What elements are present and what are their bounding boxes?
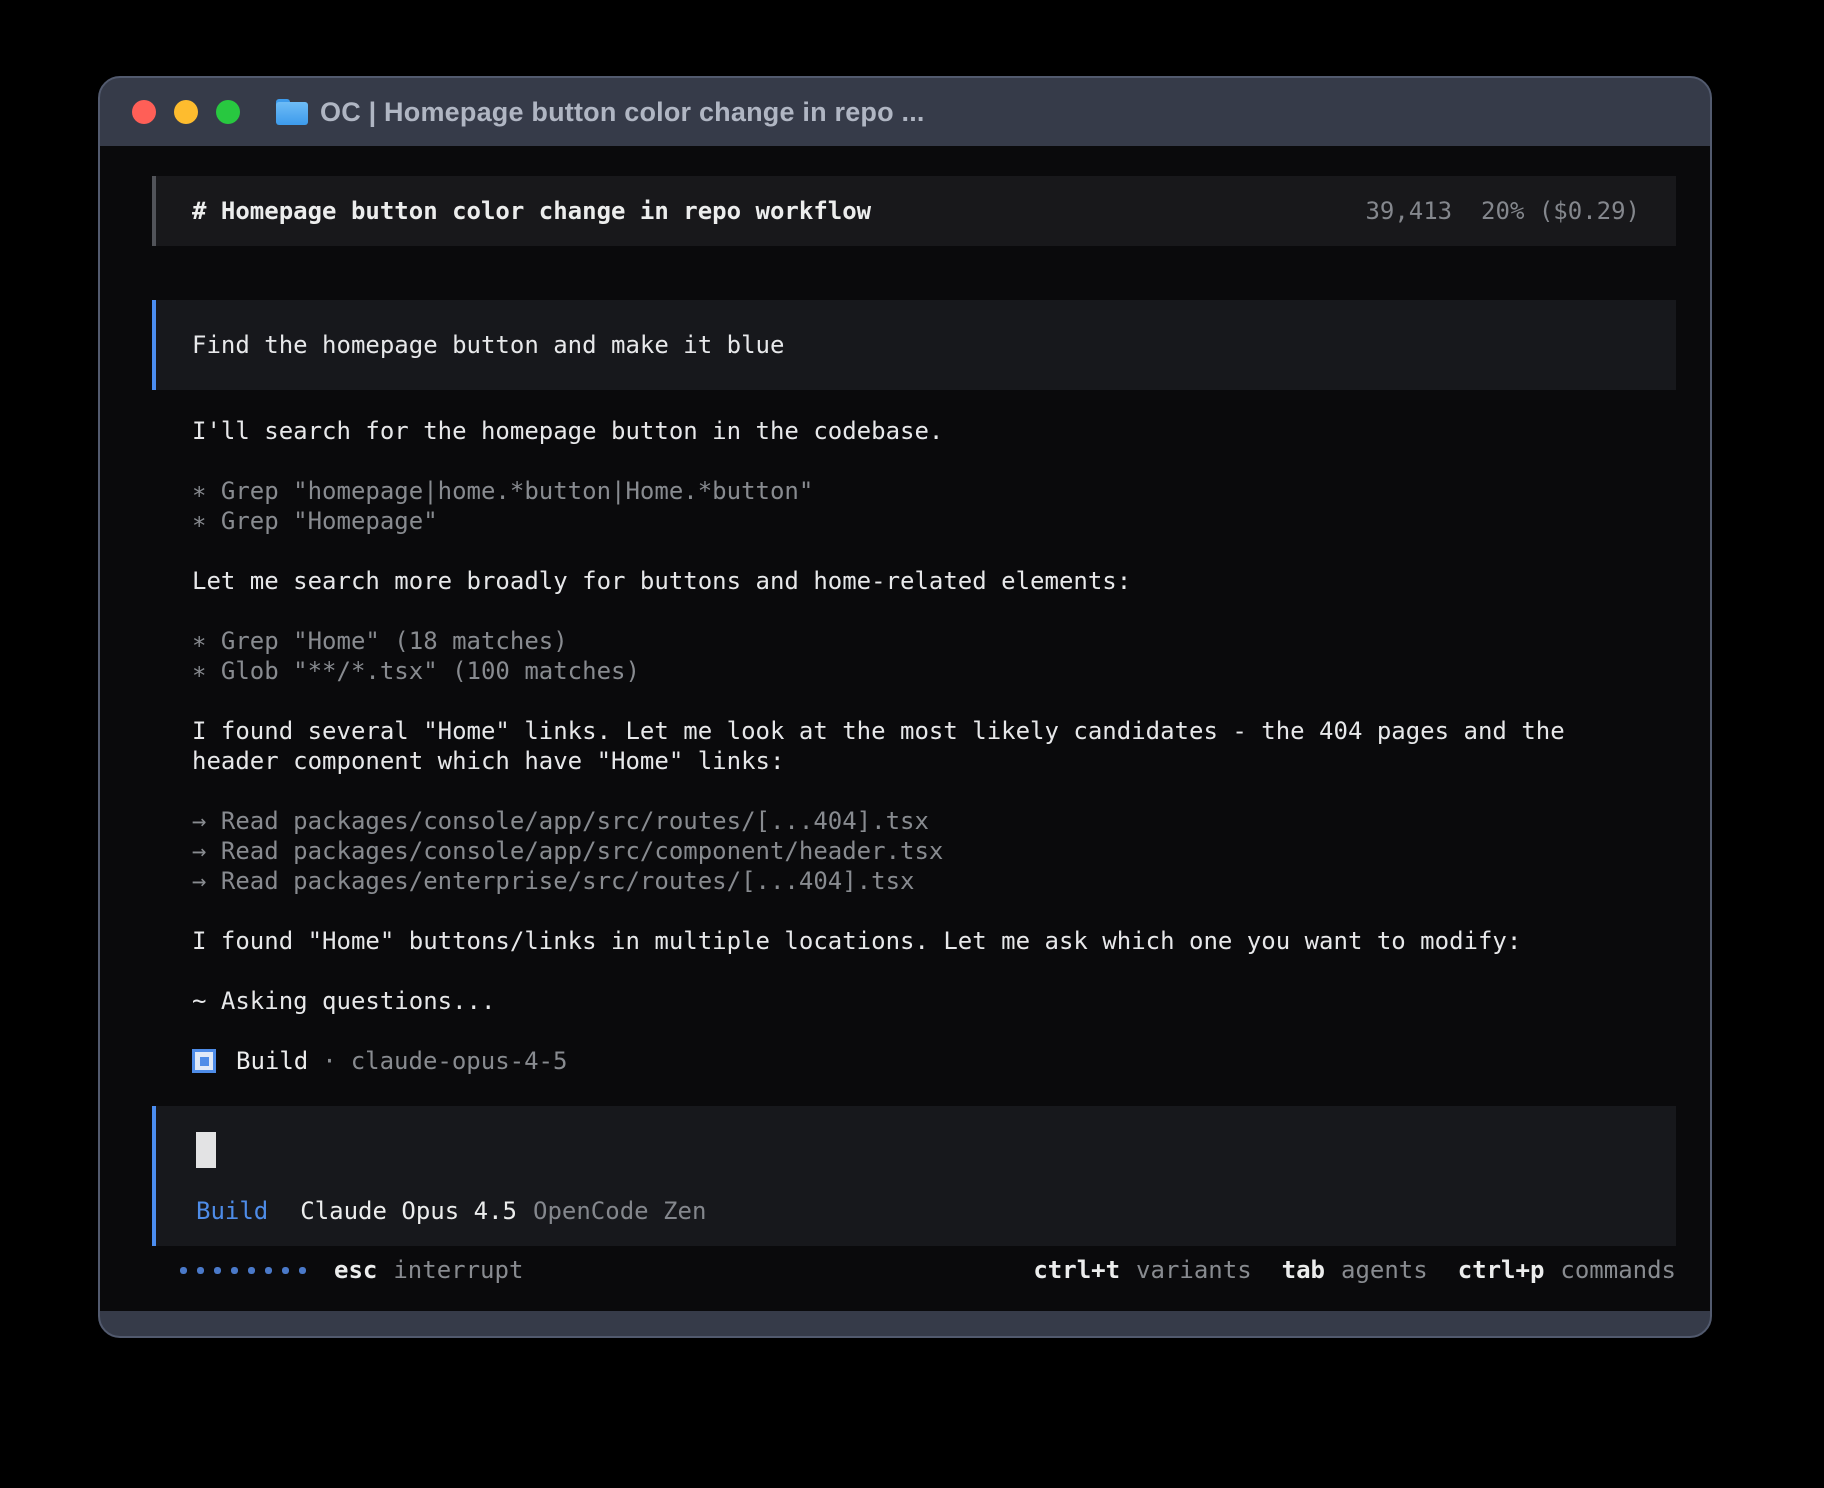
- text-cursor: [196, 1132, 216, 1168]
- session-token-stats: 39,413 20% ($0.29): [1365, 196, 1640, 226]
- spinner-dot: [248, 1267, 255, 1274]
- transcript-line: ∗ Grep "homepage|home.*button|Home.*butt…: [192, 476, 1676, 506]
- variants-hint[interactable]: ctrl+t variants: [1033, 1255, 1251, 1285]
- transcript-paragraph: I found "Home" buttons/links in multiple…: [192, 926, 1676, 956]
- user-message-text: Find the homepage button and make it blu…: [192, 330, 784, 360]
- spinner-dot: [299, 1267, 306, 1274]
- transcript-line: ~ Asking questions...: [192, 986, 1676, 1016]
- transcript-line: I found "Home" buttons/links in multiple…: [192, 926, 1676, 956]
- status-model-name: claude-opus-4-5: [351, 1046, 568, 1076]
- variants-label: variants: [1136, 1255, 1252, 1285]
- transcript-line: → Read packages/console/app/src/routes/[…: [192, 806, 1676, 836]
- status-separator: ·: [322, 1046, 336, 1076]
- spinner-dot: [231, 1267, 238, 1274]
- traffic-lights: [132, 100, 240, 124]
- terminal-content: # Homepage button color change in repo w…: [100, 146, 1710, 1311]
- spinner-dot: [265, 1267, 272, 1274]
- prompt-mode[interactable]: Build: [196, 1196, 268, 1226]
- agent-status-line: Build · claude-opus-4-5: [152, 1046, 1676, 1076]
- window-titlebar[interactable]: OC | Homepage button color change in rep…: [100, 78, 1710, 146]
- minimize-window-button[interactable]: [174, 100, 198, 124]
- agents-label: agents: [1341, 1255, 1428, 1285]
- spinner-dot: [197, 1267, 204, 1274]
- zoom-window-button[interactable]: [216, 100, 240, 124]
- session-title: # Homepage button color change in repo w…: [192, 196, 871, 226]
- working-spinner: [180, 1267, 306, 1274]
- ctrl-t-key: ctrl+t: [1033, 1255, 1120, 1285]
- status-bar: esc interrupt ctrl+t variants tab agents…: [152, 1255, 1676, 1285]
- transcript-line: header component which have "Home" links…: [192, 746, 1676, 776]
- spinner-dot: [282, 1267, 289, 1274]
- transcript-paragraph: I found several "Home" links. Let me loo…: [192, 716, 1676, 776]
- transcript-line: Let me search more broadly for buttons a…: [192, 566, 1676, 596]
- esc-key-hint[interactable]: esc: [334, 1255, 377, 1285]
- transcript-paragraph: ∗ Grep "Home" (18 matches)∗ Glob "**/*.t…: [192, 626, 1676, 686]
- session-header: # Homepage button color change in repo w…: [152, 176, 1676, 246]
- transcript-paragraph: Let me search more broadly for buttons a…: [192, 566, 1676, 596]
- transcript-line: → Read packages/enterprise/src/routes/[.…: [192, 866, 1676, 896]
- folder-icon: [276, 99, 308, 125]
- commands-hint[interactable]: ctrl+p commands: [1458, 1255, 1676, 1285]
- context-cost: 20% ($0.29): [1481, 197, 1640, 225]
- user-message: Find the homepage button and make it blu…: [152, 300, 1676, 390]
- transcript-line: I'll search for the homepage button in t…: [192, 416, 1676, 446]
- assistant-transcript: I'll search for the homepage button in t…: [152, 416, 1676, 1046]
- screen: OC | Homepage button color change in rep…: [0, 0, 1824, 1488]
- window-title: OC | Homepage button color change in rep…: [320, 97, 925, 128]
- transcript-paragraph: I'll search for the homepage button in t…: [192, 416, 1676, 446]
- transcript-line: ∗ Grep "Homepage": [192, 506, 1676, 536]
- prompt-provider: OpenCode Zen: [533, 1196, 706, 1226]
- transcript-paragraph: ~ Asking questions...: [192, 986, 1676, 1016]
- prompt-meta: Build Claude Opus 4.5 OpenCode Zen: [196, 1196, 1640, 1226]
- prompt-model[interactable]: Claude Opus 4.5: [300, 1196, 517, 1226]
- status-agent-name: Build: [236, 1046, 308, 1076]
- commands-label: commands: [1560, 1255, 1676, 1285]
- interrupt-label: interrupt: [393, 1255, 523, 1285]
- terminal-window: OC | Homepage button color change in rep…: [98, 76, 1712, 1338]
- transcript-line: ∗ Grep "Home" (18 matches): [192, 626, 1676, 656]
- transcript-paragraph: ∗ Grep "homepage|home.*button|Home.*butt…: [192, 476, 1676, 536]
- tab-key: tab: [1282, 1255, 1325, 1285]
- transcript-line: → Read packages/console/app/src/componen…: [192, 836, 1676, 866]
- prompt-input[interactable]: Build Claude Opus 4.5 OpenCode Zen: [152, 1106, 1676, 1246]
- transcript-line: I found several "Home" links. Let me loo…: [192, 716, 1676, 746]
- close-window-button[interactable]: [132, 100, 156, 124]
- agents-hint[interactable]: tab agents: [1282, 1255, 1428, 1285]
- spinner-dot: [180, 1267, 187, 1274]
- ctrl-p-key: ctrl+p: [1458, 1255, 1545, 1285]
- token-count: 39,413: [1365, 197, 1452, 225]
- titlebar-title-group: OC | Homepage button color change in rep…: [276, 97, 925, 128]
- keybind-hints: ctrl+t variants tab agents ctrl+p comman…: [1033, 1255, 1676, 1285]
- transcript-paragraph: → Read packages/console/app/src/routes/[…: [192, 806, 1676, 896]
- spinner-dot: [214, 1267, 221, 1274]
- transcript-line: ∗ Glob "**/*.tsx" (100 matches): [192, 656, 1676, 686]
- build-agent-icon: [192, 1049, 216, 1073]
